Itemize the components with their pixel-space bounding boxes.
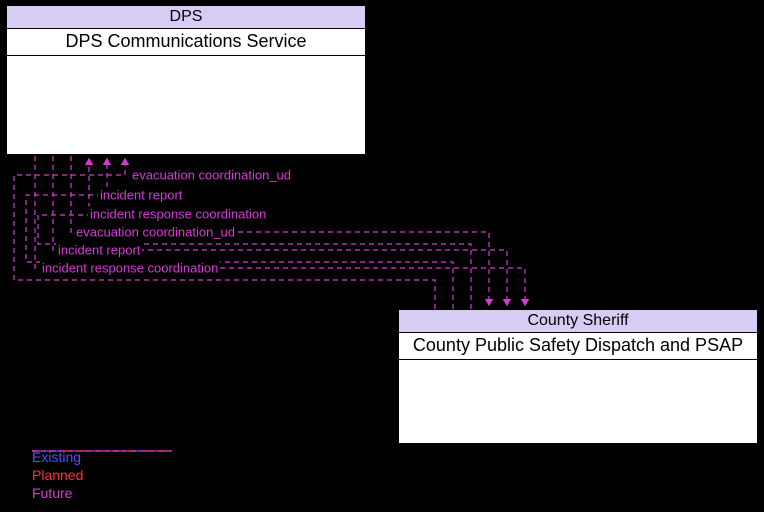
legend-line-future	[32, 448, 172, 454]
legend-label-planned: Planned	[32, 467, 83, 483]
flow-label-0: evacuation coordination_ud	[130, 168, 293, 183]
legend: Existing Planned Future	[32, 448, 83, 502]
flow-label-2: incident response coordination	[88, 207, 268, 222]
legend-row-future: Future	[32, 484, 83, 502]
flow-label-1: incident report	[98, 188, 184, 203]
flow-label-3: evacuation coordination_ud	[74, 225, 237, 240]
flow-label-5: incident response coordination	[40, 261, 220, 276]
legend-label-future: Future	[32, 485, 72, 501]
flow-label-4: incident report	[56, 243, 142, 258]
legend-row-planned: Planned	[32, 466, 83, 484]
